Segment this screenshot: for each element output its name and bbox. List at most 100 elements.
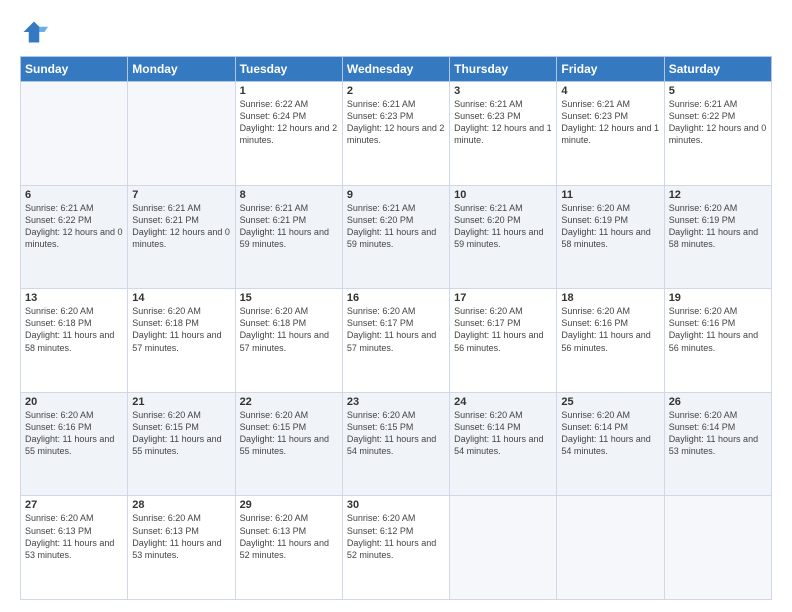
calendar-day-header: Saturday <box>664 57 771 82</box>
day-number: 11 <box>561 189 659 201</box>
day-info: Sunrise: 6:21 AM Sunset: 6:20 PM Dayligh… <box>347 202 445 251</box>
calendar-day-cell: 7Sunrise: 6:21 AM Sunset: 6:21 PM Daylig… <box>128 185 235 289</box>
calendar-day-cell: 13Sunrise: 6:20 AM Sunset: 6:18 PM Dayli… <box>21 289 128 393</box>
day-info: Sunrise: 6:22 AM Sunset: 6:24 PM Dayligh… <box>240 98 338 147</box>
calendar-day-cell: 25Sunrise: 6:20 AM Sunset: 6:14 PM Dayli… <box>557 392 664 496</box>
calendar-day-cell: 23Sunrise: 6:20 AM Sunset: 6:15 PM Dayli… <box>342 392 449 496</box>
calendar-day-cell: 21Sunrise: 6:20 AM Sunset: 6:15 PM Dayli… <box>128 392 235 496</box>
calendar-week-row: 20Sunrise: 6:20 AM Sunset: 6:16 PM Dayli… <box>21 392 772 496</box>
day-number: 17 <box>454 292 552 304</box>
logo <box>20 18 52 46</box>
day-info: Sunrise: 6:20 AM Sunset: 6:13 PM Dayligh… <box>25 512 123 561</box>
day-number: 15 <box>240 292 338 304</box>
day-info: Sunrise: 6:21 AM Sunset: 6:21 PM Dayligh… <box>132 202 230 251</box>
calendar-day-cell: 14Sunrise: 6:20 AM Sunset: 6:18 PM Dayli… <box>128 289 235 393</box>
day-number: 8 <box>240 189 338 201</box>
calendar-day-cell: 30Sunrise: 6:20 AM Sunset: 6:12 PM Dayli… <box>342 496 449 600</box>
calendar-day-cell: 16Sunrise: 6:20 AM Sunset: 6:17 PM Dayli… <box>342 289 449 393</box>
calendar-day-cell: 3Sunrise: 6:21 AM Sunset: 6:23 PM Daylig… <box>450 82 557 186</box>
day-number: 25 <box>561 396 659 408</box>
calendar-week-row: 6Sunrise: 6:21 AM Sunset: 6:22 PM Daylig… <box>21 185 772 289</box>
day-number: 16 <box>347 292 445 304</box>
calendar-day-header: Monday <box>128 57 235 82</box>
day-number: 3 <box>454 85 552 97</box>
calendar-day-cell: 19Sunrise: 6:20 AM Sunset: 6:16 PM Dayli… <box>664 289 771 393</box>
calendar-day-cell: 9Sunrise: 6:21 AM Sunset: 6:20 PM Daylig… <box>342 185 449 289</box>
calendar-day-header: Thursday <box>450 57 557 82</box>
day-info: Sunrise: 6:20 AM Sunset: 6:15 PM Dayligh… <box>132 409 230 458</box>
day-info: Sunrise: 6:20 AM Sunset: 6:17 PM Dayligh… <box>347 305 445 354</box>
day-number: 18 <box>561 292 659 304</box>
day-number: 6 <box>25 189 123 201</box>
page: SundayMondayTuesdayWednesdayThursdayFrid… <box>0 0 792 612</box>
calendar-day-cell: 28Sunrise: 6:20 AM Sunset: 6:13 PM Dayli… <box>128 496 235 600</box>
day-info: Sunrise: 6:20 AM Sunset: 6:15 PM Dayligh… <box>240 409 338 458</box>
day-number: 20 <box>25 396 123 408</box>
day-number: 28 <box>132 499 230 511</box>
day-number: 10 <box>454 189 552 201</box>
day-number: 4 <box>561 85 659 97</box>
day-info: Sunrise: 6:21 AM Sunset: 6:23 PM Dayligh… <box>561 98 659 147</box>
day-info: Sunrise: 6:20 AM Sunset: 6:16 PM Dayligh… <box>561 305 659 354</box>
day-info: Sunrise: 6:20 AM Sunset: 6:18 PM Dayligh… <box>25 305 123 354</box>
day-number: 26 <box>669 396 767 408</box>
header <box>20 18 772 46</box>
day-number: 13 <box>25 292 123 304</box>
calendar-day-header: Friday <box>557 57 664 82</box>
day-number: 19 <box>669 292 767 304</box>
calendar-day-cell: 29Sunrise: 6:20 AM Sunset: 6:13 PM Dayli… <box>235 496 342 600</box>
day-info: Sunrise: 6:20 AM Sunset: 6:14 PM Dayligh… <box>669 409 767 458</box>
day-info: Sunrise: 6:21 AM Sunset: 6:22 PM Dayligh… <box>669 98 767 147</box>
day-number: 29 <box>240 499 338 511</box>
calendar-day-header: Sunday <box>21 57 128 82</box>
calendar-day-cell: 2Sunrise: 6:21 AM Sunset: 6:23 PM Daylig… <box>342 82 449 186</box>
day-info: Sunrise: 6:21 AM Sunset: 6:23 PM Dayligh… <box>454 98 552 147</box>
calendar-day-cell <box>557 496 664 600</box>
day-number: 9 <box>347 189 445 201</box>
calendar-day-cell <box>21 82 128 186</box>
calendar-week-row: 27Sunrise: 6:20 AM Sunset: 6:13 PM Dayli… <box>21 496 772 600</box>
calendar-header-row: SundayMondayTuesdayWednesdayThursdayFrid… <box>21 57 772 82</box>
calendar-day-header: Wednesday <box>342 57 449 82</box>
calendar-day-cell: 20Sunrise: 6:20 AM Sunset: 6:16 PM Dayli… <box>21 392 128 496</box>
day-info: Sunrise: 6:20 AM Sunset: 6:13 PM Dayligh… <box>132 512 230 561</box>
calendar-table: SundayMondayTuesdayWednesdayThursdayFrid… <box>20 56 772 600</box>
calendar-day-cell <box>128 82 235 186</box>
day-info: Sunrise: 6:20 AM Sunset: 6:18 PM Dayligh… <box>240 305 338 354</box>
day-number: 1 <box>240 85 338 97</box>
day-info: Sunrise: 6:21 AM Sunset: 6:20 PM Dayligh… <box>454 202 552 251</box>
logo-icon <box>20 18 48 46</box>
calendar-day-cell <box>450 496 557 600</box>
calendar-week-row: 13Sunrise: 6:20 AM Sunset: 6:18 PM Dayli… <box>21 289 772 393</box>
calendar-day-cell: 8Sunrise: 6:21 AM Sunset: 6:21 PM Daylig… <box>235 185 342 289</box>
day-info: Sunrise: 6:20 AM Sunset: 6:16 PM Dayligh… <box>669 305 767 354</box>
day-info: Sunrise: 6:20 AM Sunset: 6:14 PM Dayligh… <box>454 409 552 458</box>
day-info: Sunrise: 6:20 AM Sunset: 6:16 PM Dayligh… <box>25 409 123 458</box>
calendar-day-cell: 24Sunrise: 6:20 AM Sunset: 6:14 PM Dayli… <box>450 392 557 496</box>
day-info: Sunrise: 6:20 AM Sunset: 6:12 PM Dayligh… <box>347 512 445 561</box>
day-number: 12 <box>669 189 767 201</box>
day-number: 14 <box>132 292 230 304</box>
calendar-day-cell <box>664 496 771 600</box>
calendar-day-cell: 12Sunrise: 6:20 AM Sunset: 6:19 PM Dayli… <box>664 185 771 289</box>
day-number: 30 <box>347 499 445 511</box>
calendar-day-cell: 26Sunrise: 6:20 AM Sunset: 6:14 PM Dayli… <box>664 392 771 496</box>
calendar-day-cell: 17Sunrise: 6:20 AM Sunset: 6:17 PM Dayli… <box>450 289 557 393</box>
day-number: 22 <box>240 396 338 408</box>
day-info: Sunrise: 6:20 AM Sunset: 6:17 PM Dayligh… <box>454 305 552 354</box>
calendar-day-cell: 1Sunrise: 6:22 AM Sunset: 6:24 PM Daylig… <box>235 82 342 186</box>
calendar-day-header: Tuesday <box>235 57 342 82</box>
day-info: Sunrise: 6:20 AM Sunset: 6:18 PM Dayligh… <box>132 305 230 354</box>
day-info: Sunrise: 6:21 AM Sunset: 6:22 PM Dayligh… <box>25 202 123 251</box>
calendar-day-cell: 27Sunrise: 6:20 AM Sunset: 6:13 PM Dayli… <box>21 496 128 600</box>
day-info: Sunrise: 6:21 AM Sunset: 6:23 PM Dayligh… <box>347 98 445 147</box>
calendar-day-cell: 4Sunrise: 6:21 AM Sunset: 6:23 PM Daylig… <box>557 82 664 186</box>
calendar-week-row: 1Sunrise: 6:22 AM Sunset: 6:24 PM Daylig… <box>21 82 772 186</box>
calendar-day-cell: 10Sunrise: 6:21 AM Sunset: 6:20 PM Dayli… <box>450 185 557 289</box>
day-info: Sunrise: 6:20 AM Sunset: 6:19 PM Dayligh… <box>561 202 659 251</box>
day-number: 24 <box>454 396 552 408</box>
calendar-day-cell: 22Sunrise: 6:20 AM Sunset: 6:15 PM Dayli… <box>235 392 342 496</box>
calendar-day-cell: 18Sunrise: 6:20 AM Sunset: 6:16 PM Dayli… <box>557 289 664 393</box>
day-info: Sunrise: 6:20 AM Sunset: 6:19 PM Dayligh… <box>669 202 767 251</box>
day-number: 27 <box>25 499 123 511</box>
